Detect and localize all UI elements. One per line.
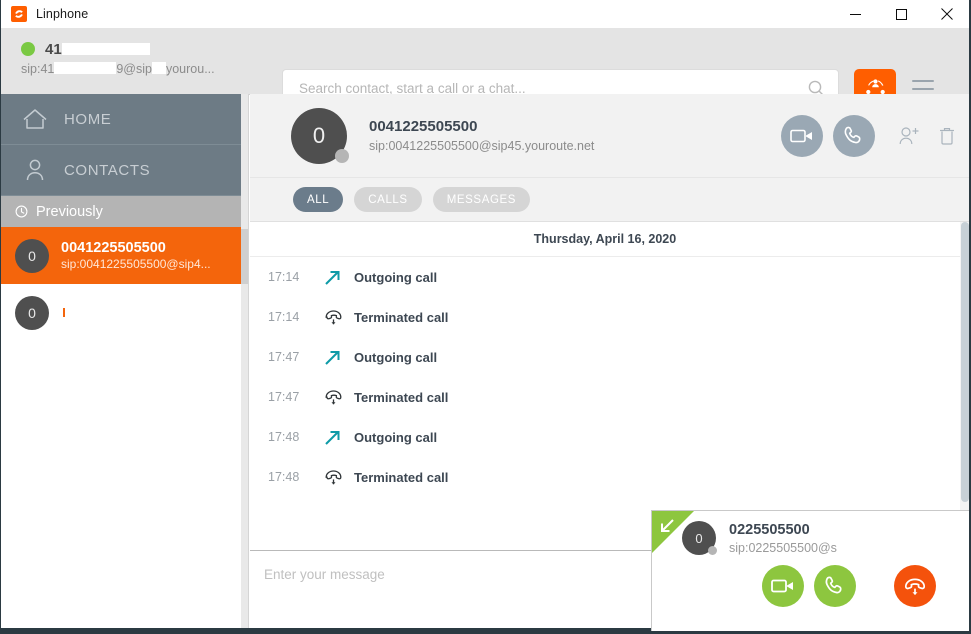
- redaction-block: [54, 62, 117, 74]
- filter-tabs: ALL CALLS MESSAGES: [250, 178, 969, 222]
- event-label: Terminated call: [354, 389, 449, 405]
- outgoing-call-arrow-icon: [324, 349, 354, 366]
- list-item[interactable]: 0 0041225505500 sip:0041225505500@sip4..…: [1, 227, 248, 284]
- sidebar: HOME CONTACTS Previously 0 0041225505500…: [1, 94, 249, 631]
- incoming-call-actions: [652, 565, 969, 607]
- event-label: Terminated call: [354, 309, 449, 325]
- event-time: 17:48: [268, 430, 300, 444]
- home-icon: [18, 107, 52, 131]
- maximize-button[interactable]: [878, 0, 924, 28]
- account-name-text: 41: [45, 40, 62, 58]
- chat-header-actions: [771, 114, 956, 157]
- call-event-row[interactable]: 17:47 Outgoing call: [250, 337, 969, 377]
- account-widget[interactable]: 41 sip:41 9@sip yourou...: [21, 38, 256, 76]
- avatar: 0: [15, 295, 49, 330]
- terminated-call-icon: [324, 468, 354, 486]
- clock-icon: [15, 205, 28, 218]
- call-event-row[interactable]: 17:14 Terminated call: [250, 297, 969, 337]
- top-bar: 41 sip:41 9@sip yourou...: [1, 28, 969, 109]
- contacts-icon: [18, 158, 52, 182]
- sidebar-item-contacts-label: CONTACTS: [64, 161, 151, 179]
- event-label: Outgoing call: [354, 349, 438, 365]
- presence-status-icon: [708, 546, 717, 555]
- event-time: 17:47: [268, 390, 300, 404]
- answer-audio-button[interactable]: [814, 565, 856, 607]
- sidebar-item-home[interactable]: HOME: [1, 94, 248, 145]
- presence-status-icon: [21, 42, 35, 56]
- sidebar-item-home-label: HOME: [64, 110, 112, 128]
- call-event-row[interactable]: 17:47 Terminated call: [250, 377, 969, 417]
- conversation-scrollbar-thumb[interactable]: [961, 222, 969, 502]
- account-sip-mid: 9@sip: [116, 62, 152, 76]
- terminated-call-icon: [324, 308, 354, 326]
- call-event-row[interactable]: 17:48 Outgoing call: [250, 417, 969, 457]
- tab-calls[interactable]: CALLS: [354, 187, 422, 212]
- incoming-call-caller: 0 0225505500 sip:0225505500@s: [652, 511, 969, 555]
- call-event-row[interactable]: 17:14 Outgoing call: [250, 257, 969, 297]
- account-sip-prefix: sip:41: [21, 62, 55, 76]
- account-sip-suffix: yourou...: [165, 62, 215, 76]
- avatar: 0: [682, 521, 717, 555]
- avatar-initial: 0: [695, 530, 703, 546]
- date-separator: Thursday, April 16, 2020: [250, 222, 960, 257]
- redaction-block: [61, 42, 150, 55]
- window-title: Linphone: [36, 7, 89, 21]
- sidebar-item-contacts[interactable]: CONTACTS: [1, 145, 248, 196]
- list-item-name: [63, 308, 65, 317]
- conversation-list: Thursday, April 16, 2020 17:14 Outgoing …: [250, 222, 969, 537]
- chat-header-text: 0041225505500 sip:0041225505500@sip45.yo…: [369, 118, 594, 153]
- sidebar-scrollbar[interactable]: [241, 94, 248, 631]
- event-label: Outgoing call: [354, 429, 438, 445]
- avatar: 0: [15, 238, 49, 273]
- incoming-call-arrow-icon: [659, 518, 675, 539]
- account-sip-address: sip:41 9@sip yourou...: [21, 61, 256, 76]
- page-title: 0041225505500: [369, 118, 478, 135]
- avatar-initial: 0: [312, 122, 326, 148]
- minimize-button[interactable]: [832, 0, 878, 28]
- incoming-call-popup: 0 0225505500 sip:0225505500@s: [651, 510, 969, 631]
- event-time: 17:14: [268, 310, 300, 324]
- linphone-icon: [11, 6, 27, 22]
- account-name-row: 41: [21, 38, 256, 60]
- outgoing-call-arrow-icon: [324, 269, 354, 286]
- list-item-name: 0041225505500: [61, 240, 166, 256]
- list-item-text: 0041225505500 sip:0041225505500@sip4...: [61, 240, 211, 271]
- incoming-call-text: 0225505500 sip:0225505500@s: [729, 522, 837, 555]
- sidebar-section-previously: Previously: [1, 196, 248, 227]
- event-time: 17:48: [268, 470, 300, 484]
- terminated-call-icon: [324, 388, 354, 406]
- event-label: Outgoing call: [354, 269, 438, 285]
- list-item[interactable]: 0: [1, 284, 248, 341]
- sidebar-section-label: Previously: [36, 203, 103, 220]
- incoming-call-name: 0225505500: [729, 521, 810, 538]
- window-controls: [832, 0, 969, 28]
- audio-call-button[interactable]: [833, 114, 875, 157]
- presence-status-icon: [335, 148, 349, 163]
- account-name: 41: [45, 41, 150, 58]
- chat-header: 0 0041225505500 sip:0041225505500@sip45.…: [250, 94, 969, 178]
- call-event-row[interactable]: 17:48 Terminated call: [250, 457, 969, 497]
- video-call-button[interactable]: [781, 114, 823, 157]
- title-bar: Linphone: [1, 0, 969, 29]
- sidebar-scrollbar-thumb[interactable]: [241, 229, 248, 284]
- avatar: 0: [291, 107, 349, 164]
- conversation-scrollbar[interactable]: [960, 222, 969, 537]
- decline-call-button[interactable]: [894, 565, 936, 607]
- list-item-sip: sip:0041225505500@sip4...: [61, 257, 211, 271]
- event-label: Terminated call: [354, 469, 449, 485]
- linphone-window: Linphone 41 sip:41 9@sip yourou... Searc…: [0, 0, 971, 634]
- incoming-call-sip: sip:0225505500@s: [729, 540, 837, 555]
- redaction-block: [151, 62, 166, 74]
- close-button[interactable]: [924, 0, 969, 28]
- add-contact-button[interactable]: [897, 125, 922, 147]
- answer-video-button[interactable]: [762, 565, 804, 607]
- tab-all[interactable]: ALL: [293, 187, 344, 212]
- delete-history-button[interactable]: [938, 125, 956, 147]
- tab-messages[interactable]: MESSAGES: [432, 187, 531, 212]
- outgoing-call-arrow-icon: [324, 429, 354, 446]
- event-time: 17:14: [268, 270, 300, 284]
- chat-header-sip: sip:0041225505500@sip45.youroute.net: [369, 139, 595, 153]
- event-time: 17:47: [268, 350, 300, 364]
